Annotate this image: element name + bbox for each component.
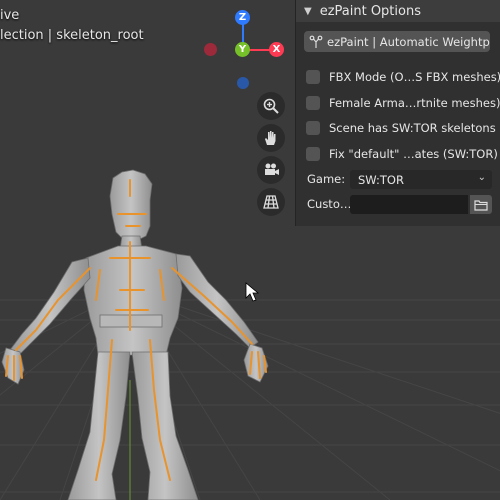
game-label: Game: xyxy=(307,172,346,186)
camera-icon xyxy=(265,163,279,175)
viewport-collection-text: lection | skeleton_root xyxy=(0,28,144,43)
fbx-mode-checkbox[interactable] xyxy=(306,70,320,84)
chevron-down-icon: ⌄ xyxy=(477,172,486,183)
swtor-skeletons-row[interactable]: Scene has SW:TOR skeletons xyxy=(306,118,496,138)
game-select[interactable]: SW:TOR ⌄ xyxy=(350,170,492,189)
armature-icon xyxy=(309,35,323,48)
ortho-grid-icon xyxy=(263,195,279,209)
viewport-mode-text: ive xyxy=(0,8,20,23)
gizmo-neg-x-axis[interactable] xyxy=(204,43,217,56)
custom-path-label: Custo… xyxy=(307,197,352,211)
female-armature-row[interactable]: Female Arma…rtnite meshes) xyxy=(306,93,500,113)
pan-button[interactable] xyxy=(257,124,285,152)
ezpaint-options-panel: ▼ ezPaint Options ezPaint | Automatic We… xyxy=(296,0,500,226)
panel-header[interactable]: ▼ ezPaint Options xyxy=(296,0,500,22)
folder-icon xyxy=(474,199,488,211)
gizmo-y-label: Y xyxy=(238,44,247,55)
ortho-toggle-button[interactable] xyxy=(257,188,285,216)
swtor-skeletons-label: Scene has SW:TOR skeletons xyxy=(329,121,496,135)
female-armature-checkbox[interactable] xyxy=(306,96,320,110)
gizmo-x-label: X xyxy=(272,44,281,55)
gizmo-z-axis[interactable]: Z xyxy=(235,10,250,25)
zoom-icon xyxy=(263,98,279,114)
camera-button[interactable] xyxy=(257,156,285,184)
panel-title: ezPaint Options xyxy=(319,3,421,19)
automatic-weightpaint-button[interactable]: ezPaint | Automatic Weightp… xyxy=(304,31,490,52)
fix-default-label: Fix "default" …ates (SW:TOR) xyxy=(329,147,498,161)
swtor-skeletons-checkbox[interactable] xyxy=(306,121,320,135)
game-select-value: SW:TOR xyxy=(358,172,404,187)
zoom-button[interactable] xyxy=(257,92,285,120)
fix-default-checkbox[interactable] xyxy=(306,147,320,161)
fix-default-row[interactable]: Fix "default" …ates (SW:TOR) xyxy=(306,144,498,164)
pan-hand-icon xyxy=(265,131,276,145)
browse-folder-button[interactable] xyxy=(470,195,492,214)
gizmo-neg-z-axis[interactable] xyxy=(237,77,249,89)
fbx-mode-row[interactable]: FBX Mode (O…S FBX meshes) xyxy=(306,67,500,87)
gizmo-y-axis[interactable]: Y xyxy=(235,42,250,57)
collapse-caret-icon[interactable]: ▼ xyxy=(304,6,312,17)
gizmo-z-label: Z xyxy=(238,12,247,23)
custom-path-input[interactable] xyxy=(350,195,468,214)
female-armature-label: Female Arma…rtnite meshes) xyxy=(329,96,500,110)
automatic-weightpaint-label: ezPaint | Automatic Weightp… xyxy=(327,34,490,49)
fbx-mode-label: FBX Mode (O…S FBX meshes) xyxy=(329,70,500,84)
gizmo-x-axis[interactable]: X xyxy=(269,42,284,57)
